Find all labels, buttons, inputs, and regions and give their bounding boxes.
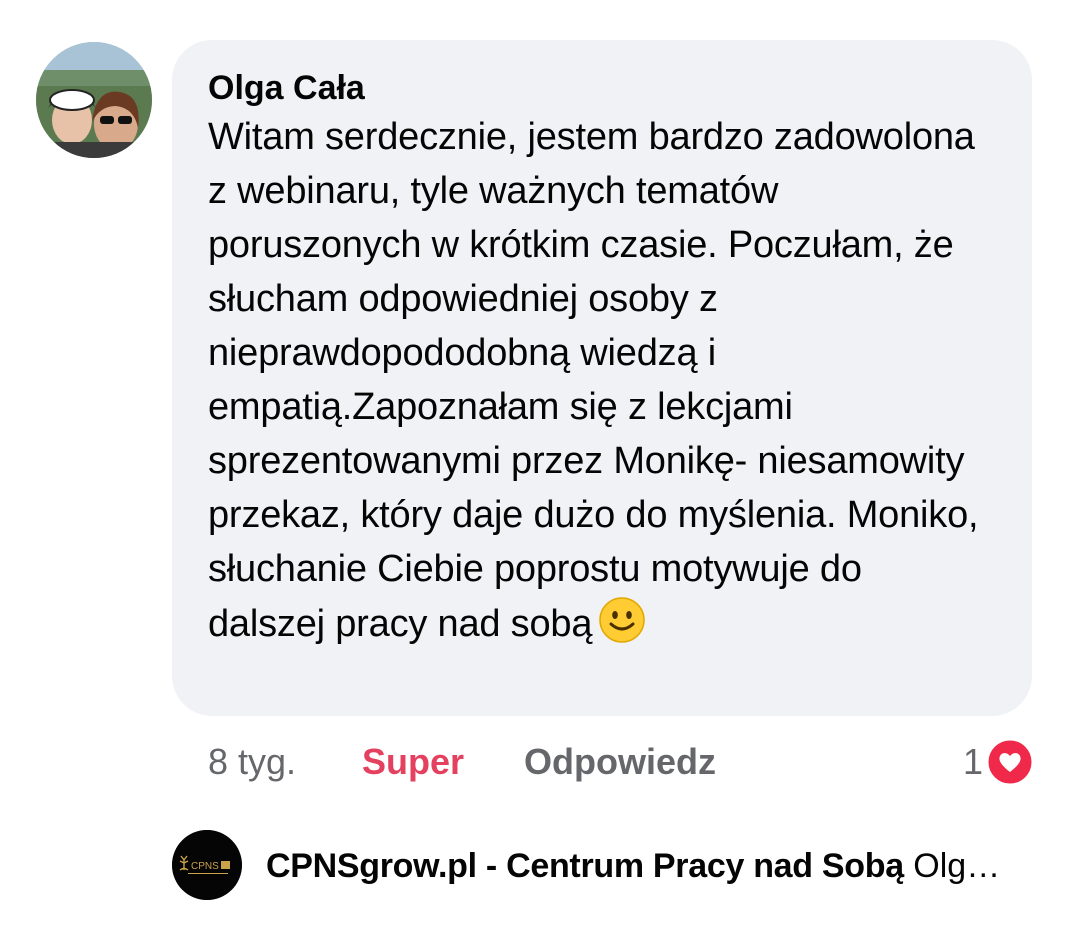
svg-text:CPNS: CPNS (191, 861, 219, 872)
reply-text: CPNSgrow.pl - Centrum Pracy nad Sobą Olg… (266, 844, 1028, 888)
reply-snippet: Olg… (913, 847, 1001, 885)
reply-button[interactable]: Odpowiedz (524, 738, 716, 786)
reply-author[interactable]: CPNSgrow.pl - Centrum Pracy nad Sobą (266, 847, 904, 885)
heart-icon (987, 739, 1033, 785)
reply-preview[interactable]: CPNS CPNSgrow.pl - Centrum Pracy nad Sob… (172, 830, 1032, 902)
comment-age[interactable]: 8 tyg. (208, 738, 296, 786)
comment-text: Witam serdecznie, jestem bardzo zadowolo… (208, 116, 979, 645)
avatar-photo (36, 42, 152, 158)
page-avatar[interactable]: CPNS (172, 830, 242, 900)
comment-body: Witam serdecznie, jestem bardzo zadowolo… (208, 110, 983, 651)
comment-author[interactable]: Olga Cała (208, 68, 998, 108)
cpns-logo: CPNS (172, 830, 242, 900)
reaction-summary[interactable]: 1 (963, 738, 1033, 786)
reaction-count: 1 (962, 741, 983, 782)
smiling-face-icon (598, 596, 646, 644)
reaction-button[interactable]: Super (362, 738, 464, 786)
comment-actions: 8 tyg. Super Odpowiedz 1 (208, 738, 1033, 786)
comment-bubble: Olga Cała Witam serdecznie, jestem bardz… (172, 40, 1032, 716)
commenter-avatar[interactable] (36, 42, 152, 158)
